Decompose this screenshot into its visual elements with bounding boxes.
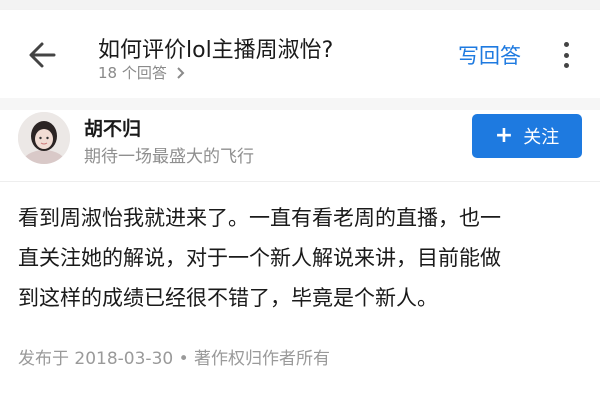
avatar[interactable] (18, 112, 70, 164)
answer-count: 18 个回答 (98, 64, 167, 82)
author-bio: 期待一场最盛大的飞行 (84, 147, 254, 167)
answer-content: 看到周淑怡我就进来了。一直有看老周的直播，也一 直关注她的解说，对于一个新人解说… (18, 198, 586, 318)
question-header: 如何评价lol主播周淑怡? 18 个回答 写回答 (0, 10, 600, 98)
question-title[interactable]: 如何评价lol主播周淑怡? (98, 32, 333, 64)
author-row: 胡不归 期待一场最盛大的飞行 + 关注 (0, 110, 600, 182)
follow-label: 关注 (523, 127, 560, 148)
follow-button[interactable]: + 关注 (472, 114, 582, 158)
author-name[interactable]: 胡不归 (84, 114, 141, 141)
answer-count-link[interactable]: 18 个回答 (98, 62, 186, 83)
chevron-right-icon (176, 67, 185, 79)
publish-meta: 发布于 2018-03-30 • 著作权归作者所有 (18, 349, 331, 369)
status-bar (0, 0, 600, 10)
answer-line: 到这样的成绩已经很不错了，毕竟是个新人。 (18, 286, 438, 310)
more-vertical-icon (563, 42, 569, 47)
write-answer-button[interactable]: 写回答 (458, 40, 521, 70)
more-options-button[interactable] (556, 38, 576, 72)
back-button[interactable] (24, 38, 60, 72)
answer-line: 直关注她的解说，对于一个新人解说来讲，目前能做 (18, 246, 501, 270)
arrow-left-icon (29, 42, 56, 68)
section-divider (0, 98, 600, 110)
plus-icon: + (494, 123, 514, 148)
answer-line: 看到周淑怡我就进来了。一直有看老周的直播，也一 (18, 206, 501, 230)
